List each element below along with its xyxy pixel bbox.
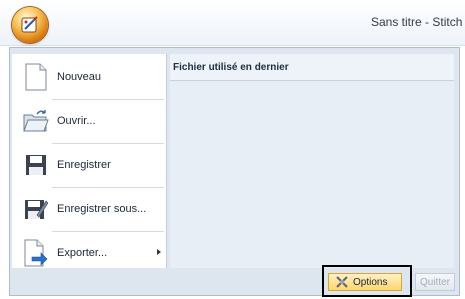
- menu-item-save[interactable]: Enregistrer: [12, 144, 167, 186]
- submenu-arrow-icon: [157, 249, 161, 255]
- menu-item-label: Enregistrer sous...: [57, 203, 147, 215]
- window-title: Sans titre - Stitch D: [371, 15, 465, 29]
- menu-item-new[interactable]: Nouveau: [12, 56, 167, 98]
- open-folder-icon: [23, 107, 49, 135]
- menu-item-open[interactable]: Ouvrir...: [12, 100, 167, 142]
- recent-files-header: Fichier utilisé en dernier: [170, 54, 454, 81]
- options-button[interactable]: Options: [328, 273, 402, 291]
- menu-item-label: Ouvrir...: [57, 115, 96, 127]
- save-as-icon: [23, 195, 49, 223]
- menu-item-export[interactable]: Exporter...: [12, 232, 167, 274]
- export-icon: [23, 239, 49, 267]
- quit-label: Quitter: [419, 276, 450, 288]
- new-document-icon: [23, 63, 49, 91]
- quit-button[interactable]: Quitter: [415, 273, 455, 291]
- application-logo-icon: [21, 16, 38, 33]
- title-bar: Sans titre - Stitch D: [0, 0, 465, 46]
- menu-item-save-as[interactable]: Enregistrer sous...: [12, 188, 167, 230]
- recent-files-title: Fichier utilisé en dernier: [173, 62, 289, 73]
- recent-files-panel: [170, 54, 454, 268]
- menu-item-label: Enregistrer: [57, 159, 111, 171]
- options-icon: [335, 275, 349, 289]
- save-icon: [23, 151, 49, 179]
- menu-item-label: Exporter...: [57, 247, 108, 259]
- menu-command-list: Nouveau Ouvrir... Enregistrer Enregistre…: [12, 54, 167, 268]
- menu-item-label: Nouveau: [57, 71, 102, 83]
- options-label: Options: [353, 276, 388, 288]
- application-button[interactable]: [12, 7, 48, 43]
